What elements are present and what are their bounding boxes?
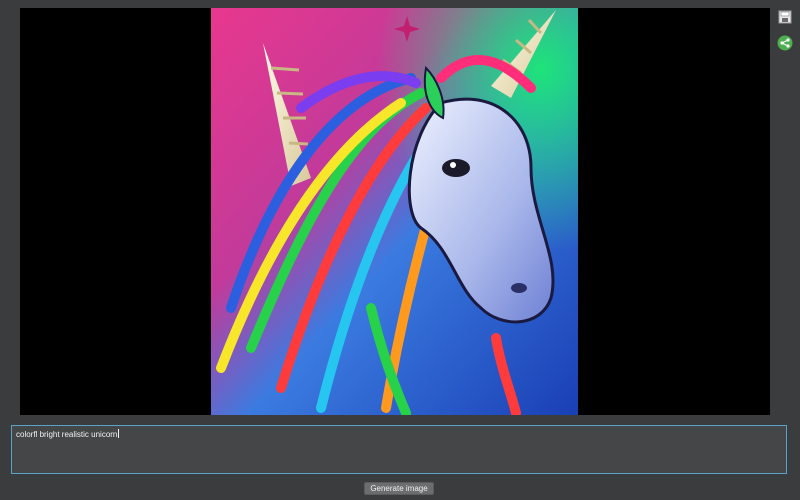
text-caret bbox=[118, 429, 120, 438]
save-icon bbox=[778, 10, 792, 24]
share-button[interactable] bbox=[776, 34, 794, 52]
generate-image-button[interactable]: Generate image bbox=[364, 482, 434, 495]
share-icon bbox=[777, 35, 793, 51]
generated-image bbox=[211, 8, 578, 415]
save-button[interactable] bbox=[776, 8, 794, 26]
app-window: colorfl bright realistic unicorn Generat… bbox=[0, 0, 800, 500]
prompt-input[interactable]: colorfl bright realistic unicorn bbox=[11, 425, 787, 474]
image-canvas bbox=[20, 8, 770, 415]
side-toolbar bbox=[776, 8, 794, 60]
prompt-text: colorfl bright realistic unicorn bbox=[16, 430, 118, 439]
